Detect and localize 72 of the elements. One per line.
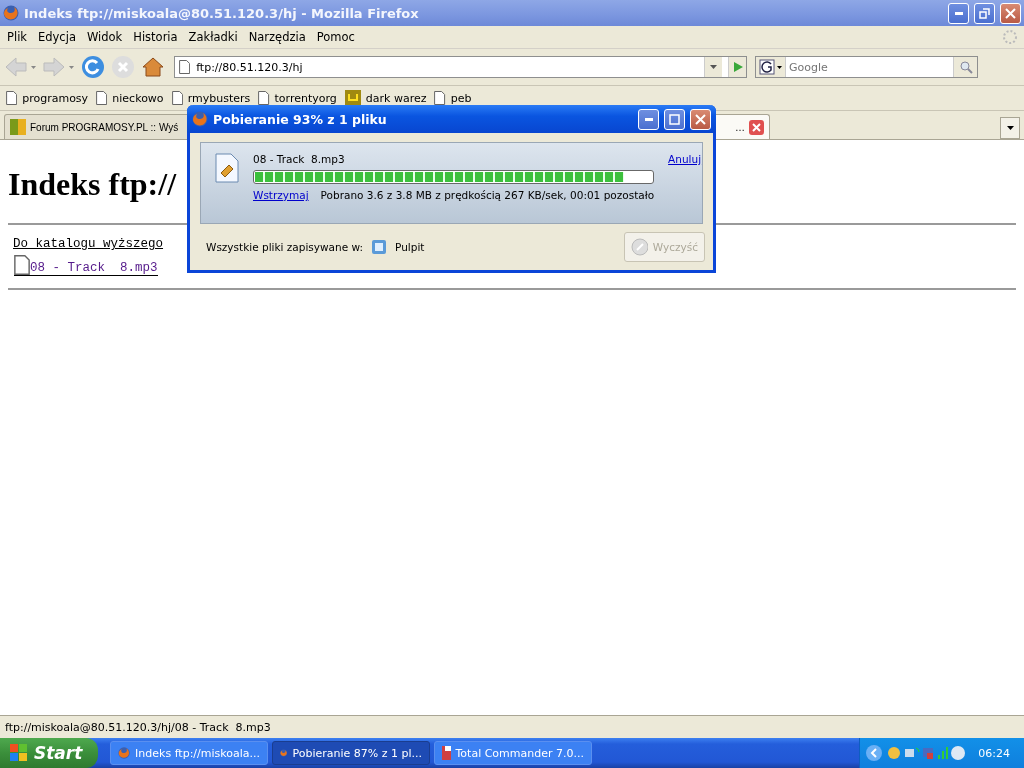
taskbar-button[interactable]: Indeks ftp://miskoala...: [110, 741, 268, 765]
tab-list-button[interactable]: [1000, 117, 1020, 139]
taskbar-button[interactable]: Total Commander 7.0...: [434, 741, 592, 765]
bookmark-link[interactable]: nieckowo: [96, 91, 164, 105]
menu-item[interactable]: Narzędzia: [247, 28, 313, 46]
save-location-label: Wszystkie pliki zapisywane w:: [206, 241, 364, 253]
page-icon: [258, 91, 270, 105]
maximize-icon: [669, 113, 680, 125]
page-icon: [179, 60, 191, 74]
address-bar[interactable]: ftp://80.51.120.3/hj: [174, 56, 747, 78]
search-button[interactable]: [953, 57, 977, 77]
bookmark-link[interactable]: torrentyorg: [258, 91, 337, 105]
bookmark-link[interactable]: dark warez: [344, 90, 427, 106]
parent-directory-link[interactable]: Do katalogu wyższego: [13, 237, 164, 251]
start-button[interactable]: Start: [0, 738, 98, 768]
firefox-icon: [3, 5, 19, 21]
clock: 06:24: [978, 746, 1010, 760]
page-icon: [96, 91, 108, 105]
pause-link[interactable]: Wstrzymaj: [253, 189, 309, 201]
close-button[interactable]: [690, 108, 711, 130]
minimize-button[interactable]: [948, 2, 969, 24]
save-folder-name: Pulpit: [395, 241, 425, 253]
restore-button[interactable]: [974, 2, 995, 24]
minimize-icon: [644, 117, 653, 121]
search-bar[interactable]: Google: [755, 56, 978, 78]
folder-icon: [344, 90, 361, 106]
taskbar-button[interactable]: Pobieranie 87% z 1 pl...: [272, 741, 430, 765]
bookmark-link[interactable]: peb: [434, 91, 472, 105]
desktop-folder-icon: [371, 239, 388, 255]
menu-item[interactable]: Plik: [6, 28, 34, 46]
page-icon: [434, 91, 446, 105]
close-button[interactable]: [1000, 2, 1021, 24]
minimize-button[interactable]: [638, 108, 659, 130]
search-icon: [958, 60, 973, 74]
download-file-name: 08 - Track 8.mp3: [253, 153, 346, 165]
clear-icon: [631, 238, 648, 256]
maximize-button[interactable]: [664, 108, 685, 130]
chevron-left-icon[interactable]: [866, 745, 883, 761]
menu-item[interactable]: Zakładki: [187, 28, 245, 46]
close-icon: [695, 113, 706, 125]
throbber-icon: [1002, 29, 1018, 45]
menu-item[interactable]: Pomoc: [315, 28, 362, 46]
download-status: Pobrano 3.6 z 3.8 MB z prędkością 267 KB/sek, 00:01 pozostało: [320, 189, 655, 201]
history-dropdown-button[interactable]: [704, 57, 722, 77]
tab-close-icon[interactable]: [749, 119, 764, 135]
status-text: ftp://miskoala@80.51.120.3/hj/08 - Track 8.mp3: [5, 720, 271, 734]
caret-icon: [710, 65, 717, 69]
caret-icon: [1006, 126, 1014, 130]
audio-file-icon: [215, 153, 239, 183]
restore-icon: [979, 7, 990, 19]
bookmark-link[interactable]: programosy: [6, 91, 89, 105]
cancel-link[interactable]: Anuluj: [668, 153, 702, 165]
close-icon: [1005, 7, 1016, 19]
menu-item[interactable]: Edycja: [37, 28, 83, 46]
reload-button[interactable]: [80, 54, 106, 80]
menu-item[interactable]: Historia: [132, 28, 185, 46]
page-icon: [171, 91, 183, 105]
play-icon: [731, 61, 744, 73]
bookmark-link[interactable]: rmybusters: [171, 91, 251, 105]
page-heading: Indeks ftp://: [8, 166, 177, 203]
windows-flag-icon: [10, 744, 28, 762]
minimize-icon: [954, 11, 963, 15]
search-engine-button[interactable]: [756, 57, 786, 77]
page-icon: [6, 91, 18, 105]
file-link[interactable]: 08 - Track 8.mp3: [30, 261, 158, 275]
firefox-icon: [118, 745, 131, 761]
firefox-icon: [192, 111, 208, 127]
forum-favicon: [10, 119, 26, 135]
menu-item[interactable]: Widok: [85, 28, 130, 46]
file-icon: [14, 255, 30, 275]
window-title: Indeks ftp://miskoala@80.51.120.3/hj - Mozilla Firefox: [24, 5, 420, 21]
go-button[interactable]: [728, 57, 746, 77]
